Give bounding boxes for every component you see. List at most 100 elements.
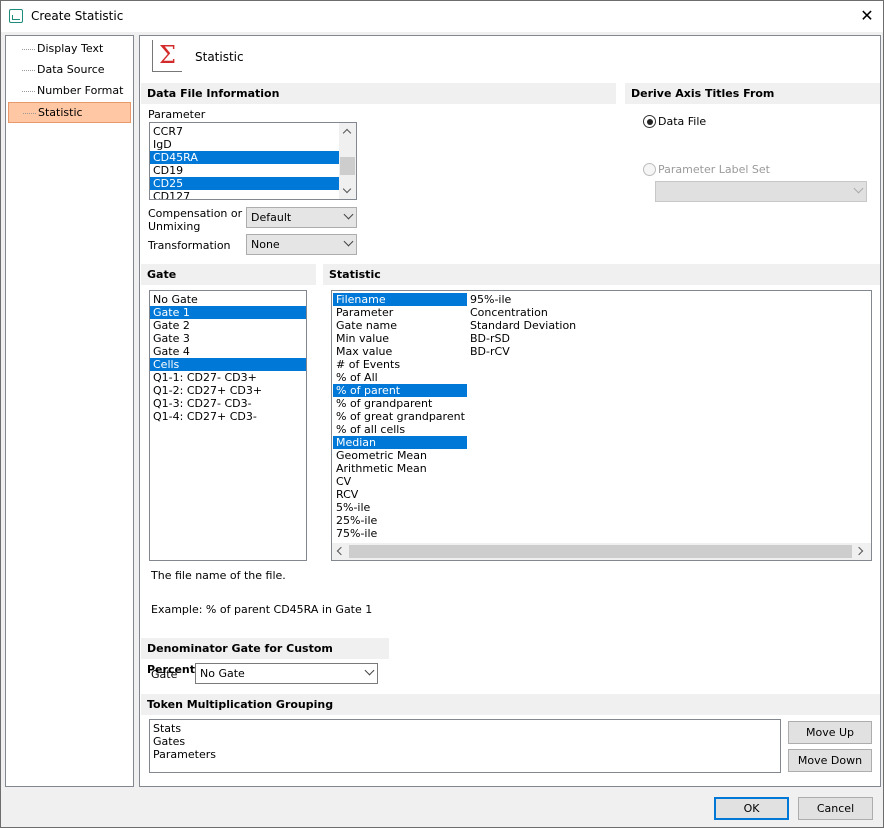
page-title: Statistic	[195, 50, 244, 64]
statistic-item[interactable]: 5%-ile	[333, 501, 467, 514]
ok-button[interactable]: OK	[714, 797, 789, 820]
nav-item-label: Display Text	[37, 42, 104, 55]
statistic-item[interactable]: Concentration	[467, 306, 627, 319]
title-bar: Create Statistic ✕	[1, 1, 883, 32]
parameter-listbox[interactable]: CCR7 IgD CD45RA CD19 CD25 CD127	[149, 122, 357, 200]
description-text: The file name of the file.	[151, 569, 286, 582]
gate-item[interactable]: Gate 2	[150, 319, 306, 332]
gate-item[interactable]: Q1-2: CD27+ CD3+	[150, 384, 306, 397]
section-denominator-gate: Denominator Gate for Custom Percentage	[141, 638, 389, 676]
statistic-item[interactable]: 75%-ile	[333, 527, 467, 540]
gate-item[interactable]: Gate 1	[150, 306, 306, 319]
parameter-item[interactable]: IgD	[150, 138, 356, 151]
statistic-item[interactable]: BD-rSD	[467, 332, 627, 345]
gate-item[interactable]: Q1-4: CD27+ CD3-	[150, 410, 306, 423]
sigma-icon: Σ	[152, 40, 182, 72]
statistic-item[interactable]: Min value	[333, 332, 467, 345]
statistic-item[interactable]: Gate name	[333, 319, 467, 332]
token-item[interactable]: Parameters	[150, 748, 780, 761]
statistic-item[interactable]: Max value	[333, 345, 467, 358]
close-icon[interactable]: ✕	[853, 3, 881, 29]
gate-item[interactable]: Cells	[150, 358, 306, 371]
statistic-item[interactable]: Arithmetic Mean	[333, 462, 467, 475]
scroll-right-icon[interactable]	[854, 546, 864, 556]
statistic-item[interactable]: % of great grandparent	[333, 410, 467, 423]
cancel-button[interactable]: Cancel	[798, 797, 873, 820]
section-gate: Gate	[141, 264, 316, 285]
radio-parameter-label-set-label: Parameter Label Set	[658, 163, 770, 176]
scroll-thumb[interactable]	[340, 157, 355, 175]
statistic-item[interactable]: 95%-ile	[467, 293, 627, 306]
nav-item-display-text[interactable]: Display Text	[8, 39, 131, 60]
statistic-item[interactable]: % of parent	[333, 384, 467, 397]
statistic-item[interactable]: Standard Deviation	[467, 319, 627, 332]
compensation-value: Default	[251, 211, 292, 224]
content-panel: Σ Statistic Data File Information Parame…	[139, 35, 881, 787]
statistic-listbox[interactable]: Filename Parameter Gate name Min value Max v…	[331, 290, 872, 561]
parameter-item[interactable]: CD19	[150, 164, 356, 177]
transformation-value: None	[251, 238, 280, 251]
scroll-up-icon[interactable]	[342, 128, 352, 138]
token-item[interactable]: Gates	[150, 735, 780, 748]
gate-item[interactable]: Gate 3	[150, 332, 306, 345]
radio-parameter-label-set[interactable]	[643, 163, 656, 176]
gate-item[interactable]: Q1-3: CD27- CD3-	[150, 397, 306, 410]
chevron-down-icon	[343, 236, 354, 247]
parameter-item[interactable]: CD25	[150, 177, 356, 190]
transformation-select[interactable]: None	[246, 234, 357, 255]
statistic-item[interactable]: RCV	[333, 488, 467, 501]
gate-item[interactable]: Gate 4	[150, 345, 306, 358]
gate-item[interactable]: Q1-1: CD27- CD3+	[150, 371, 306, 384]
nav-item-statistic[interactable]: Statistic	[8, 102, 131, 123]
token-item[interactable]: Stats	[150, 722, 780, 735]
nav-item-number-format[interactable]: Number Format	[8, 81, 131, 102]
denominator-gate-value: No Gate	[200, 667, 245, 680]
gate-item[interactable]: No Gate	[150, 293, 306, 306]
statistic-hscrollbar[interactable]	[332, 543, 871, 560]
parameter-item[interactable]: CD45RA	[150, 151, 356, 164]
section-data-file-information: Data File Information	[141, 83, 616, 104]
statistic-item[interactable]: BD-rCV	[467, 345, 627, 358]
chevron-down-icon	[343, 209, 354, 220]
scroll-left-icon[interactable]	[336, 546, 346, 556]
section-statistic: Statistic	[323, 264, 880, 285]
gate-listbox[interactable]: No Gate Gate 1 Gate 2 Gate 3 Gate 4 Cells Q1-1…	[149, 290, 307, 561]
statistic-item[interactable]: % of grandparent	[333, 397, 467, 410]
nav-item-label: Data Source	[37, 63, 105, 76]
compensation-select[interactable]: Default	[246, 207, 357, 228]
denominator-gate-select[interactable]: No Gate	[195, 663, 378, 684]
nav-item-data-source[interactable]: Data Source	[8, 60, 131, 81]
transformation-label: Transformation	[148, 239, 231, 252]
statistic-item[interactable]: % of all cells	[333, 423, 467, 436]
compensation-label: Compensation or Unmixing	[148, 207, 243, 233]
nav-tree: Display Text Data Source Number Format S…	[5, 35, 134, 787]
statistic-item[interactable]: # of Events	[333, 358, 467, 371]
statistic-item[interactable]: % of All	[333, 371, 467, 384]
dialog-window: Create Statistic ✕ Display Text Data Sou…	[0, 0, 884, 828]
parameter-item[interactable]: CCR7	[150, 125, 356, 138]
scroll-thumb[interactable]	[349, 545, 852, 558]
token-listbox[interactable]: Stats Gates Parameters	[149, 719, 781, 773]
chart-app-icon	[9, 9, 23, 23]
statistic-item[interactable]: Geometric Mean	[333, 449, 467, 462]
move-up-button[interactable]: Move Up	[788, 721, 872, 744]
parameter-scrollbar[interactable]	[339, 123, 356, 199]
parameter-item[interactable]: CD127	[150, 190, 356, 199]
parameter-label-set-select[interactable]	[655, 181, 867, 202]
denominator-gate-label: Gate	[151, 668, 178, 681]
section-token-grouping: Token Multiplication Grouping	[141, 694, 880, 715]
parameter-label: Parameter	[148, 108, 206, 121]
statistic-item[interactable]: CV	[333, 475, 467, 488]
nav-item-label: Statistic	[38, 106, 83, 119]
statistic-item[interactable]: 25%-ile	[333, 514, 467, 527]
statistic-item[interactable]: Parameter	[333, 306, 467, 319]
scroll-down-icon[interactable]	[342, 184, 352, 194]
description-example: Example: % of parent CD45RA in Gate 1	[151, 603, 373, 616]
radio-data-file-label: Data File	[658, 115, 707, 128]
radio-data-file[interactable]	[643, 115, 656, 128]
nav-item-label: Number Format	[37, 84, 124, 97]
window-title: Create Statistic	[31, 9, 124, 23]
statistic-item[interactable]: Filename	[333, 293, 467, 306]
move-down-button[interactable]: Move Down	[788, 749, 872, 772]
statistic-item[interactable]: Median	[333, 436, 467, 449]
